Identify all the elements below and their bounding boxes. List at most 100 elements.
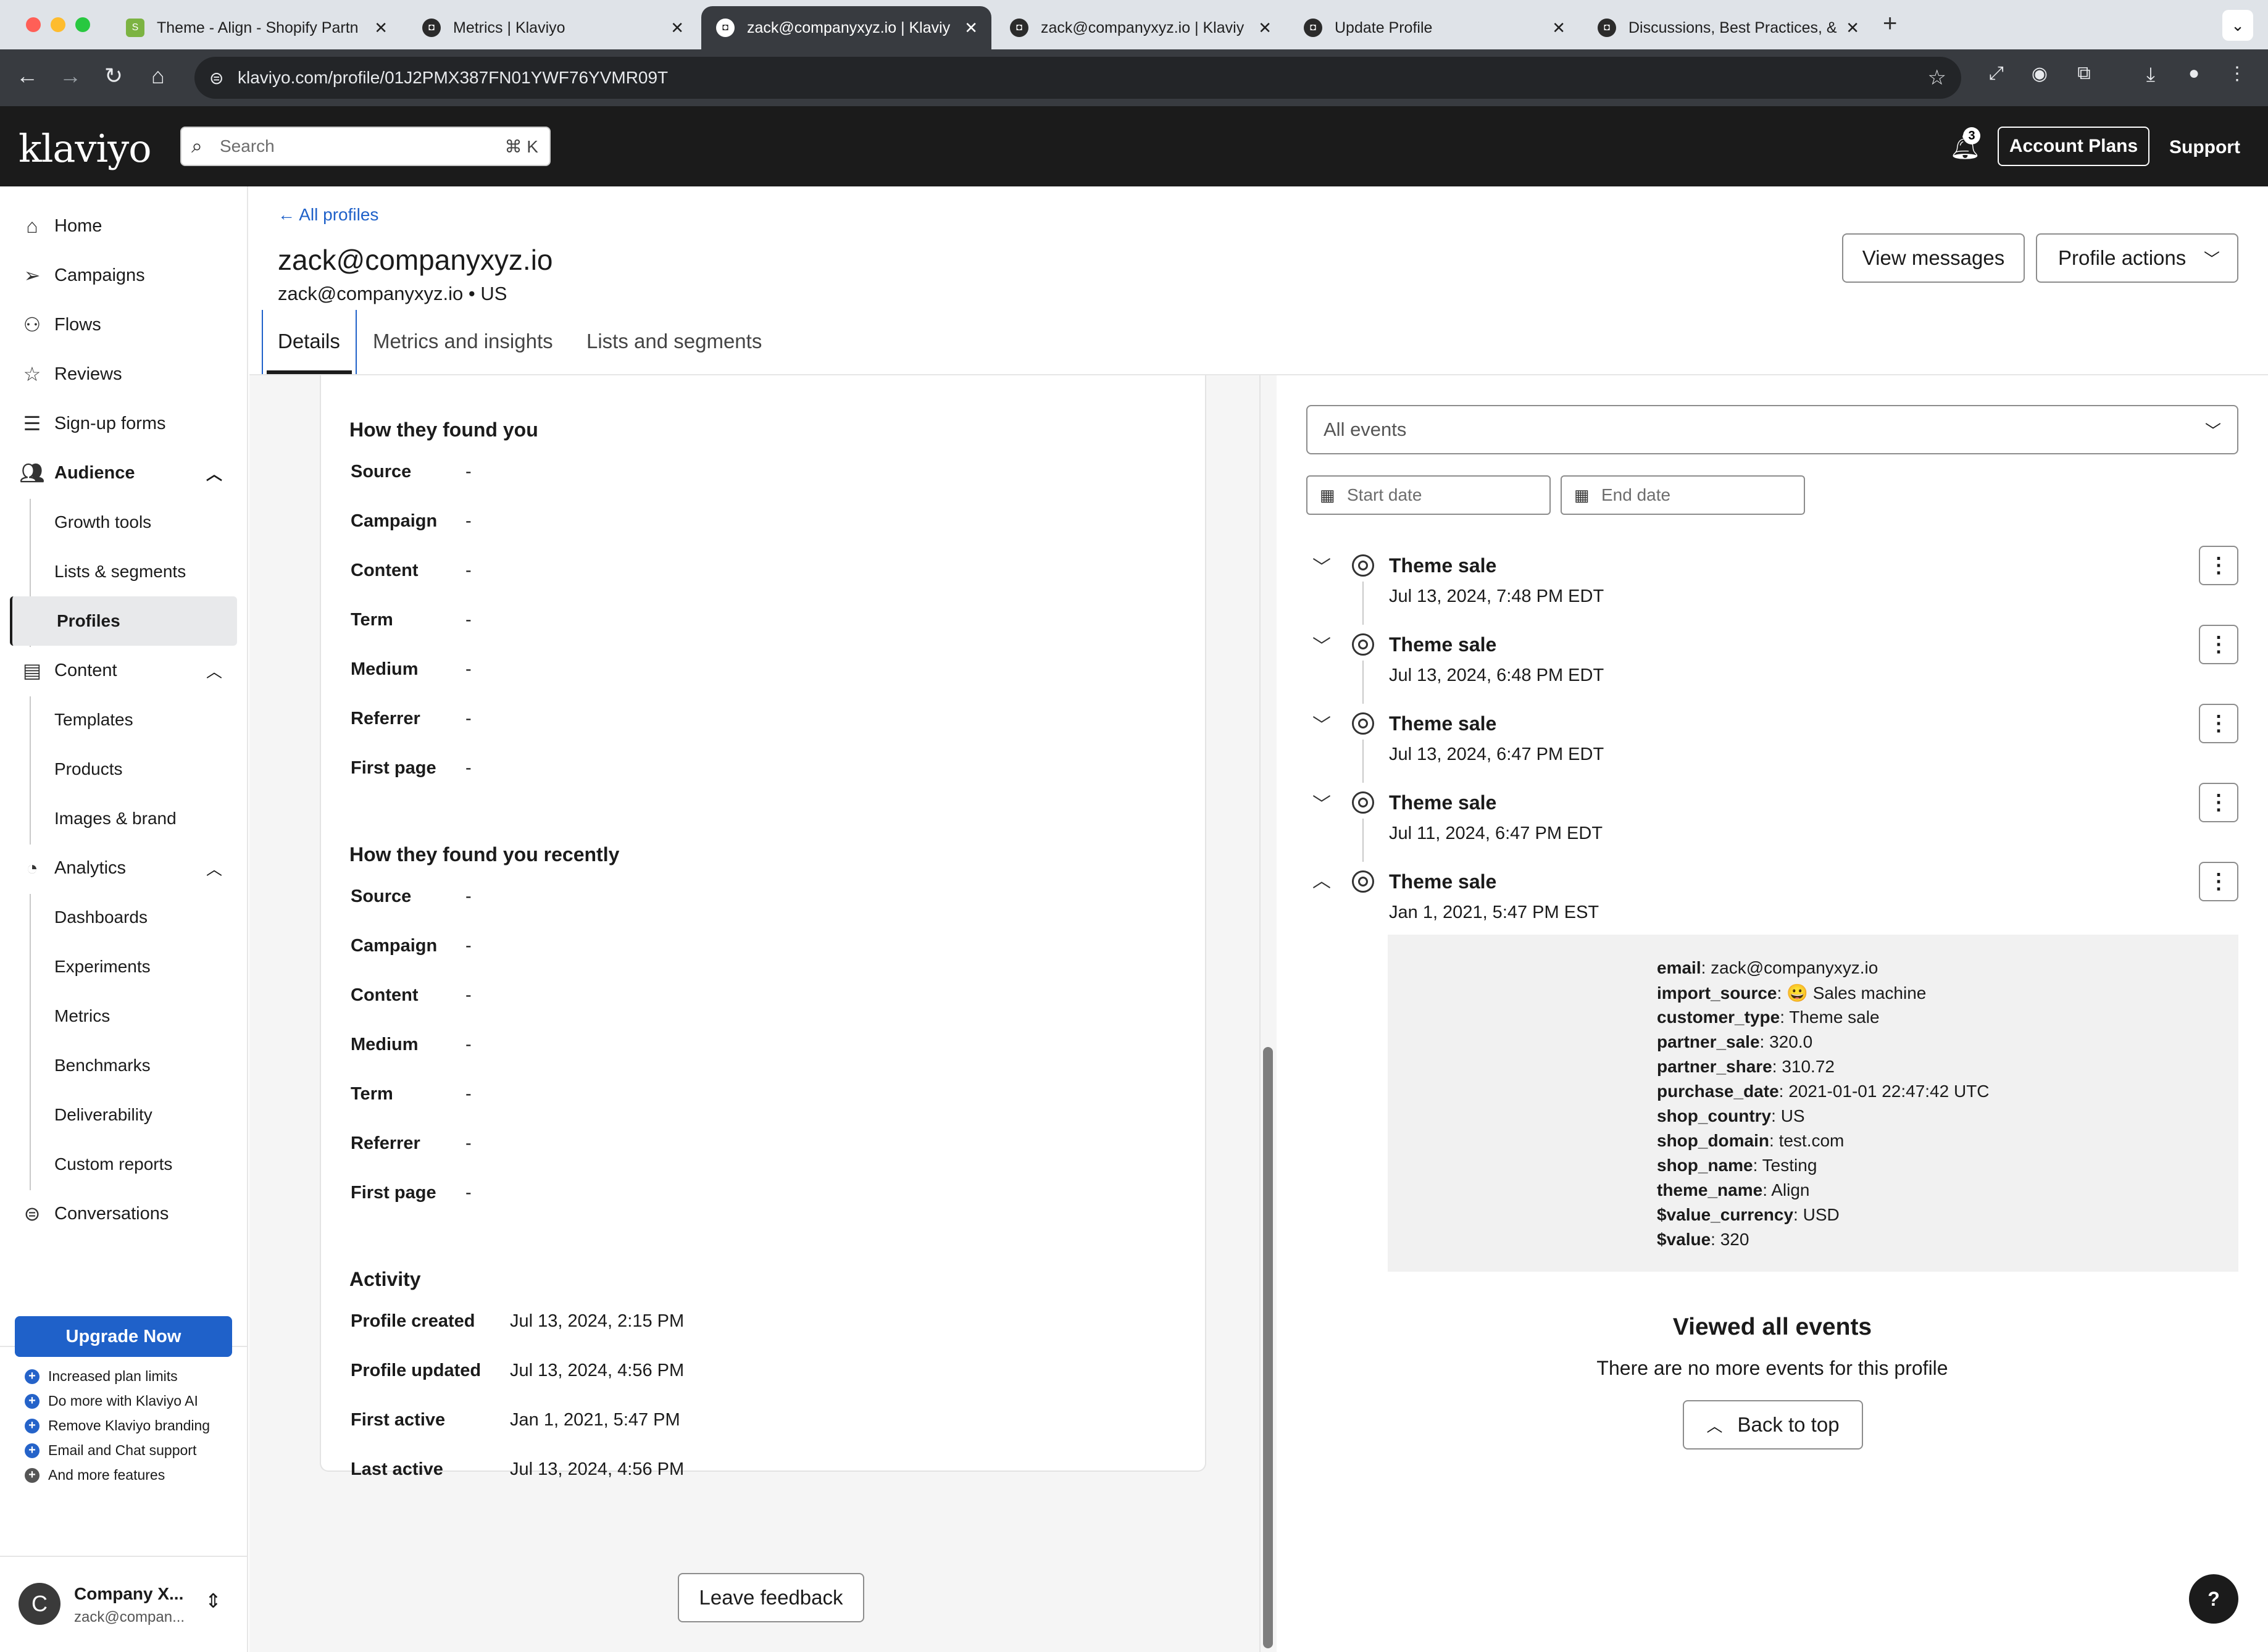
- klaviyo-logo[interactable]: klaviyo: [19, 126, 152, 171]
- site-info-icon[interactable]: ⊜: [209, 68, 223, 88]
- event-property: shop_name: Testing: [1657, 1156, 1817, 1175]
- browser-tab[interactable]: ◘ Metrics | Klaviyo ✕: [407, 6, 698, 49]
- tab-details[interactable]: Details: [278, 330, 340, 353]
- sidebar-item-conversations[interactable]: ⊜ Conversations: [0, 1189, 248, 1238]
- gear-icon: [1352, 554, 1374, 577]
- event-menu-button[interactable]: ⋮: [2199, 783, 2238, 822]
- close-tab-icon[interactable]: ✕: [374, 19, 388, 38]
- leave-feedback-button[interactable]: Leave feedback: [678, 1573, 864, 1622]
- event-title[interactable]: Theme sale: [1389, 554, 1496, 577]
- support-link[interactable]: Support: [2169, 137, 2240, 158]
- all-profiles-link[interactable]: ← All profiles: [278, 205, 378, 225]
- event-filter-select[interactable]: All events ﹀: [1306, 405, 2238, 454]
- close-tab-icon[interactable]: ✕: [1552, 19, 1566, 38]
- home-icon[interactable]: ⌂: [143, 63, 173, 89]
- browser-tab[interactable]: ◘ zack@companyxyz.io | Klaviy ✕: [995, 6, 1285, 49]
- plus-icon: +: [25, 1369, 40, 1384]
- sidebar-item-growth-tools[interactable]: Growth tools: [10, 498, 237, 547]
- close-tab-icon[interactable]: ✕: [1846, 19, 1859, 38]
- sidebar-item-campaigns[interactable]: ➢ Campaigns: [0, 251, 248, 300]
- event-title[interactable]: Theme sale: [1389, 791, 1496, 814]
- account-switcher-icon[interactable]: ⇕: [205, 1589, 222, 1612]
- download-icon[interactable]: ⤓: [2136, 63, 2166, 86]
- scrollbar-thumb[interactable]: [1263, 1047, 1273, 1648]
- sidebar-item-templates[interactable]: Templates: [10, 695, 237, 745]
- browser-tab[interactable]: ◘ Update Profile ✕: [1289, 6, 1579, 49]
- back-to-top-button[interactable]: ︿ Back to top: [1683, 1400, 1863, 1450]
- sidebar-item-deliverability[interactable]: Deliverability: [10, 1090, 237, 1140]
- tab-lists-segments[interactable]: Lists and segments: [586, 330, 762, 353]
- chevron-down-icon: ﹀: [2203, 249, 2220, 269]
- sidebar-item-experiments[interactable]: Experiments: [10, 942, 237, 991]
- sidebar-item-content[interactable]: ▤ Content ︿: [0, 646, 248, 695]
- sidebar-item-metrics[interactable]: Metrics: [10, 991, 237, 1041]
- reload-icon[interactable]: ↻: [99, 63, 128, 89]
- chevron-down-icon[interactable]: ﹀: [1312, 710, 1331, 737]
- field-value: -: [465, 462, 472, 482]
- minimize-window-dot[interactable]: [51, 17, 65, 32]
- event-title[interactable]: Theme sale: [1389, 633, 1496, 656]
- forward-icon[interactable]: →: [56, 63, 85, 89]
- avatar[interactable]: C: [19, 1583, 60, 1625]
- back-icon[interactable]: ←: [12, 63, 42, 89]
- close-window-dot[interactable]: [26, 17, 41, 32]
- chevron-up-icon[interactable]: ︿: [1312, 866, 1331, 893]
- sidebar-item-flows[interactable]: ⚇ Flows: [0, 300, 248, 349]
- chevron-up-icon[interactable]: ︿: [206, 462, 222, 485]
- browser-menu-icon[interactable]: ⋮: [2222, 63, 2252, 85]
- feature-item: + Do more with Klaviyo AI: [25, 1393, 198, 1409]
- end-date-input[interactable]: ▦ End date: [1561, 475, 1805, 515]
- close-tab-icon[interactable]: ✕: [1258, 19, 1272, 38]
- browser-tab[interactable]: ◘ Discussions, Best Practices, & ✕: [1583, 6, 1873, 49]
- view-messages-button[interactable]: View messages: [1842, 233, 2025, 283]
- sidebar-item-lists-segments[interactable]: Lists & segments: [10, 547, 237, 596]
- sidebar-item-profiles[interactable]: Profiles: [10, 596, 237, 646]
- sidebar-item-images-brand[interactable]: Images & brand: [10, 794, 237, 843]
- event-menu-button[interactable]: ⋮: [2199, 546, 2238, 585]
- profile-avatar-icon[interactable]: ●: [2179, 63, 2209, 84]
- event-menu-button[interactable]: ⋮: [2199, 704, 2238, 743]
- sidebar-item-signup-forms[interactable]: ☰ Sign-up forms: [0, 399, 248, 448]
- sidebar-item-dashboards[interactable]: Dashboards: [10, 893, 237, 942]
- bookmark-star-icon[interactable]: ☆: [1928, 65, 1946, 90]
- feature-item: + Remove Klaviyo branding: [25, 1417, 210, 1434]
- chevron-up-icon[interactable]: ︿: [206, 857, 222, 880]
- timeline-line: [1362, 819, 1364, 862]
- event-title[interactable]: Theme sale: [1389, 712, 1496, 735]
- url-field[interactable]: ⊜ klaviyo.com/profile/01J2PMX387FN01YWF7…: [194, 57, 1961, 99]
- event-menu-button[interactable]: ⋮: [2199, 625, 2238, 664]
- event-date: Jan 1, 2021, 5:47 PM EST: [1389, 903, 1599, 922]
- sidebar-item-benchmarks[interactable]: Benchmarks: [10, 1041, 237, 1090]
- start-date-input[interactable]: ▦ Start date: [1306, 475, 1551, 515]
- sidebar-item-home[interactable]: ⌂ Home: [0, 201, 248, 251]
- search-input[interactable]: ⌕ Search ⌘ K: [180, 127, 551, 166]
- event-title[interactable]: Theme sale: [1389, 870, 1496, 893]
- tab-focus-left: [262, 310, 263, 374]
- feature-item: + Email and Chat support: [25, 1442, 196, 1459]
- chevron-down-icon[interactable]: ﹀: [1312, 552, 1331, 579]
- profile-actions-button[interactable]: Profile actions ﹀: [2036, 233, 2238, 283]
- extension-icon[interactable]: ◉: [2025, 63, 2054, 85]
- tab-search-icon[interactable]: ⌄: [2222, 10, 2253, 41]
- chevron-down-icon[interactable]: ﹀: [1312, 631, 1331, 658]
- event-menu-button[interactable]: ⋮: [2199, 862, 2238, 901]
- help-button[interactable]: ?: [2189, 1574, 2238, 1624]
- chevron-down-icon[interactable]: ﹀: [1312, 789, 1331, 816]
- browser-tab[interactable]: S Theme - Align - Shopify Partn ✕: [111, 6, 401, 49]
- close-tab-icon[interactable]: ✕: [670, 19, 684, 38]
- sidebar-item-reviews[interactable]: ☆ Reviews: [0, 349, 248, 399]
- sidebar-item-analytics[interactable]: ◔ Analytics ︿: [0, 843, 248, 893]
- puzzle-icon[interactable]: ⧉: [2069, 63, 2099, 84]
- upgrade-now-button[interactable]: Upgrade Now: [15, 1316, 232, 1357]
- maximize-window-dot[interactable]: [75, 17, 90, 32]
- sidebar-item-audience[interactable]: 👥︎ Audience ︿: [0, 448, 248, 498]
- chevron-up-icon[interactable]: ︿: [206, 659, 222, 682]
- expand-icon[interactable]: ⤢: [1982, 63, 2011, 84]
- sidebar-item-products[interactable]: Products: [10, 745, 237, 794]
- tab-metrics-insights[interactable]: Metrics and insights: [373, 330, 553, 353]
- account-plans-button[interactable]: Account Plans: [1998, 127, 2149, 166]
- browser-tab-active[interactable]: ◘ zack@companyxyz.io | Klaviy ✕: [701, 6, 991, 49]
- close-tab-icon[interactable]: ✕: [964, 19, 978, 38]
- sidebar-item-custom-reports[interactable]: Custom reports: [10, 1140, 237, 1189]
- new-tab-icon[interactable]: +: [1883, 10, 1897, 38]
